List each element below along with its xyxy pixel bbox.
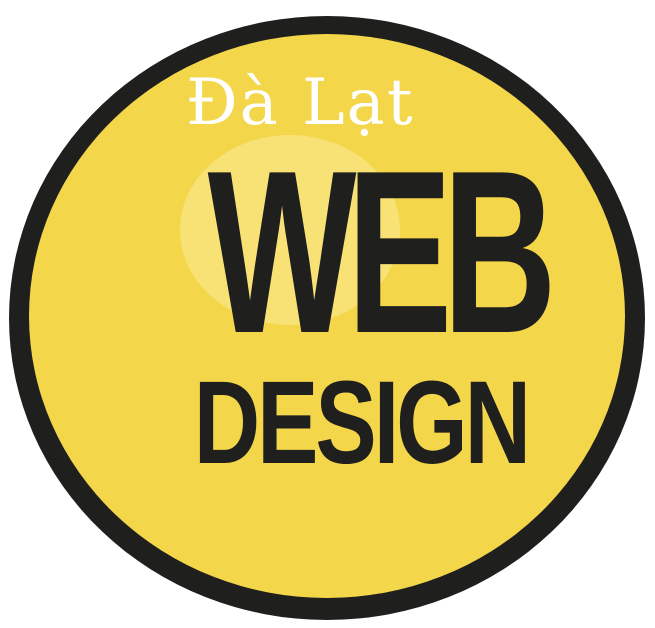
dalat-web-design-logo: Đà Lạt WEB DESIGN [0, 0, 655, 628]
web-text: WEB [207, 123, 557, 382]
design-text: DESIGN [193, 357, 531, 489]
